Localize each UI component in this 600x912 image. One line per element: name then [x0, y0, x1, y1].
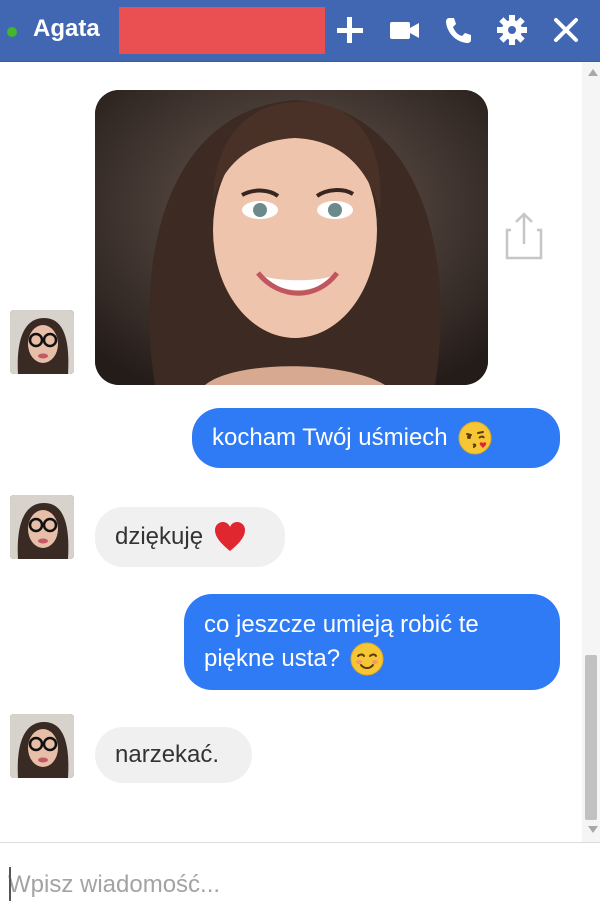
message-list: kocham Twój uśmiech dziękuję co jeszcze … [0, 62, 580, 842]
contact-avatar[interactable] [10, 310, 74, 374]
smiling-face-icon [350, 642, 384, 676]
close-button[interactable] [548, 12, 584, 48]
avatar-image [10, 310, 74, 374]
kissing-face-icon [458, 421, 492, 455]
message-text: narzekać. [115, 741, 220, 768]
scrollbar-thumb[interactable] [585, 655, 597, 820]
outgoing-message[interactable]: kocham Twój uśmiech [192, 408, 560, 468]
phone-icon [446, 18, 471, 43]
message-text-line1: co jeszcze umieją robić te [204, 611, 479, 638]
chat-header: Agata [0, 0, 600, 62]
contact-name[interactable]: Agata [33, 15, 100, 43]
contact-avatar[interactable] [10, 495, 74, 559]
message-text: kocham Twój uśmiech [212, 424, 448, 451]
redaction-box [119, 7, 325, 54]
scroll-up-arrow-icon[interactable] [588, 69, 598, 76]
scroll-down-arrow-icon[interactable] [588, 826, 598, 833]
online-status-dot [7, 27, 17, 37]
phone-call-button[interactable] [440, 12, 476, 48]
photo-image [95, 90, 488, 385]
settings-button[interactable] [494, 12, 530, 48]
video-camera-icon [390, 22, 419, 39]
message-text: dziękuję [115, 523, 204, 550]
shared-photo[interactable] [95, 90, 488, 385]
add-button[interactable] [332, 12, 368, 48]
add-icon [337, 17, 363, 43]
share-button[interactable] [503, 210, 545, 262]
incoming-message[interactable]: dziękuję [95, 507, 285, 567]
video-call-button[interactable] [386, 12, 422, 48]
red-heart-icon [213, 520, 247, 554]
outgoing-message[interactable]: co jeszcze umieją robić te piękne usta? [184, 594, 560, 690]
share-icon [505, 212, 543, 260]
incoming-message[interactable]: narzekać. [95, 727, 252, 783]
avatar-image [10, 495, 74, 559]
close-icon [554, 18, 578, 42]
message-composer [0, 842, 600, 912]
gear-icon [497, 15, 527, 45]
message-input[interactable] [6, 867, 590, 903]
message-text-line2: piękne usta? [204, 645, 341, 672]
text-caret [9, 867, 11, 901]
contact-avatar[interactable] [10, 714, 74, 778]
avatar-image [10, 714, 74, 778]
